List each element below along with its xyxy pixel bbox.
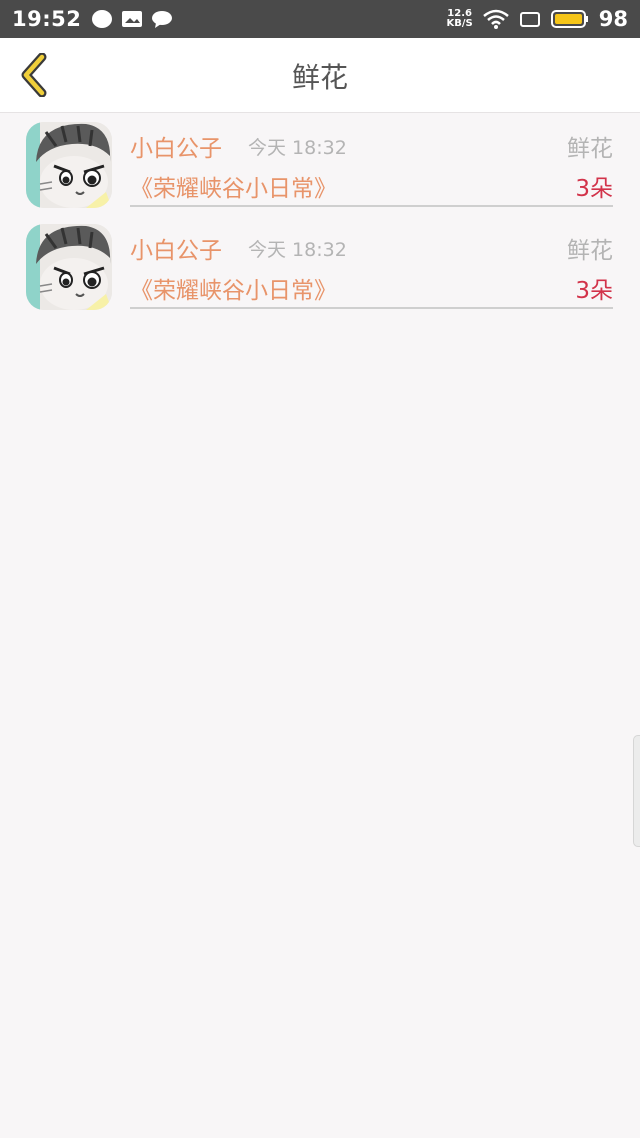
sender-name: 小白公子 <box>130 238 222 264</box>
mail-image-icon <box>122 11 143 27</box>
side-drag-handle[interactable] <box>633 735 640 847</box>
gift-type: 鲜花 <box>567 238 613 264</box>
chat-bubble-icon <box>92 10 113 28</box>
avatar[interactable] <box>26 224 112 310</box>
book-title[interactable]: 《荣耀峡谷小日常》 <box>130 169 337 203</box>
message-icon <box>152 11 173 28</box>
cat-avatar-icon <box>26 224 112 310</box>
status-time: 19:52 <box>12 7 82 31</box>
battery-icon <box>550 10 588 28</box>
back-arrow-icon <box>21 53 47 97</box>
back-button[interactable] <box>14 52 54 98</box>
screen-icon <box>519 12 540 27</box>
avatar[interactable] <box>26 122 112 208</box>
notification-icons <box>91 9 173 29</box>
flower-record-list: 小白公子 今天 18:32 鲜花 《荣耀峡谷小日常》 3朵 小白公子 今天 18… <box>0 113 640 317</box>
list-item[interactable]: 小白公子 今天 18:32 鲜花 《荣耀峡谷小日常》 3朵 <box>0 113 640 215</box>
battery-level: 98 <box>598 7 628 31</box>
book-title[interactable]: 《荣耀峡谷小日常》 <box>130 271 337 305</box>
network-speed-unit: KB/S <box>446 18 473 29</box>
cat-avatar-icon <box>26 122 112 208</box>
record-content: 小白公子 今天 18:32 鲜花 《荣耀峡谷小日常》 3朵 <box>130 113 613 207</box>
list-item[interactable]: 小白公子 今天 18:32 鲜花 《荣耀峡谷小日常》 3朵 <box>0 215 640 317</box>
page-title: 鲜花 <box>291 60 348 94</box>
wifi-icon <box>482 9 509 29</box>
record-time: 今天 18:32 <box>248 137 347 159</box>
status-bar: 19:52 12.6 KB/S 98 <box>0 0 640 38</box>
record-content: 小白公子 今天 18:32 鲜花 《荣耀峡谷小日常》 3朵 <box>130 215 613 309</box>
flower-count: 3朵 <box>575 176 613 202</box>
record-time: 今天 18:32 <box>248 239 347 261</box>
gift-type: 鲜花 <box>567 136 613 162</box>
network-speed: 12.6 KB/S <box>447 9 473 29</box>
flower-count: 3朵 <box>575 278 613 304</box>
header-bar: 鲜花 <box>0 38 640 113</box>
sender-name: 小白公子 <box>130 136 222 162</box>
